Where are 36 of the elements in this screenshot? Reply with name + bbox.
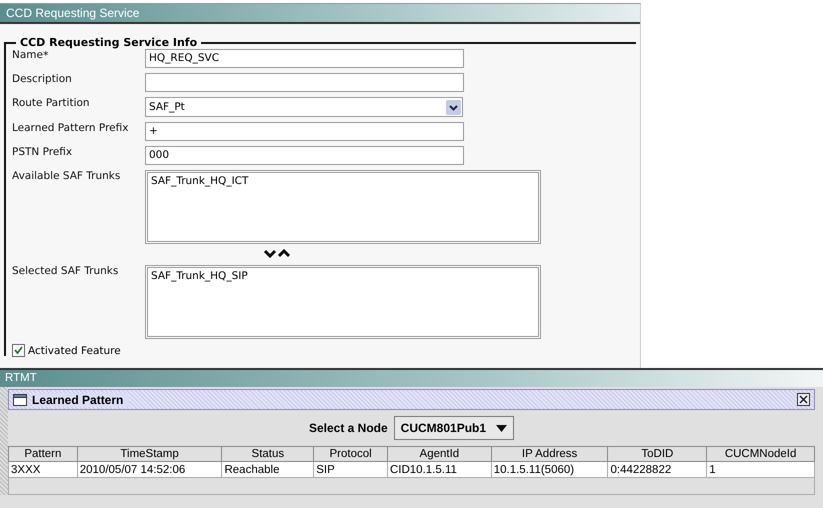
column-header[interactable]: CUCMNodeId	[706, 446, 814, 462]
text-field[interactable]: +	[145, 122, 464, 141]
field-label: Learned Pattern Prefix	[12, 122, 130, 134]
checkbox-label: Activated Feature	[28, 344, 121, 356]
dropdown[interactable]: SAF_Pt	[145, 97, 463, 117]
column-header[interactable]: TimeStamp	[77, 446, 222, 462]
column-header[interactable]: IP Address	[491, 446, 608, 462]
column-header[interactable]: AgentId	[387, 446, 492, 462]
node-label: Select a Node	[308, 421, 388, 435]
field-label: Available SAF Trunks	[12, 170, 122, 182]
list-item[interactable]: SAF_Trunk_HQ_ICT	[151, 175, 535, 187]
text-field[interactable]: 000	[145, 146, 464, 165]
column-header[interactable]: Status	[222, 446, 314, 462]
section-title: CCD Requesting Service Info	[19, 36, 198, 49]
chevron-icon	[446, 100, 461, 114]
caret-icon	[496, 424, 508, 432]
app-title: RTMT	[0, 370, 823, 387]
field-label: Route Partition	[12, 97, 91, 109]
window-icon	[13, 394, 27, 406]
list-box[interactable]: SAF_Trunk_HQ_SIP	[145, 265, 541, 339]
close-icon[interactable]	[797, 393, 810, 406]
column-header[interactable]: Pattern	[8, 446, 78, 462]
column-header[interactable]: ToDID	[608, 446, 707, 462]
resize-grip[interactable]	[0, 387, 8, 495]
text-field[interactable]	[145, 73, 464, 92]
list-box[interactable]: SAF_Trunk_HQ_ICT	[145, 170, 541, 244]
text-field[interactable]: HQ_REQ_SVC	[145, 49, 464, 68]
window-title: Learned Pattern	[32, 392, 130, 406]
column-header[interactable]: Protocol	[314, 446, 388, 462]
list-item[interactable]: SAF_Trunk_HQ_SIP	[151, 270, 535, 282]
page-title: CCD Requesting Service	[0, 4, 640, 24]
node-dropdown[interactable]: CUCM801Pub1	[394, 416, 514, 440]
field-label: PSTN Prefix	[12, 146, 74, 158]
checkbox[interactable]	[12, 344, 25, 357]
field-label: Selected SAF Trunks	[12, 265, 120, 277]
field-label: Description	[12, 73, 73, 85]
